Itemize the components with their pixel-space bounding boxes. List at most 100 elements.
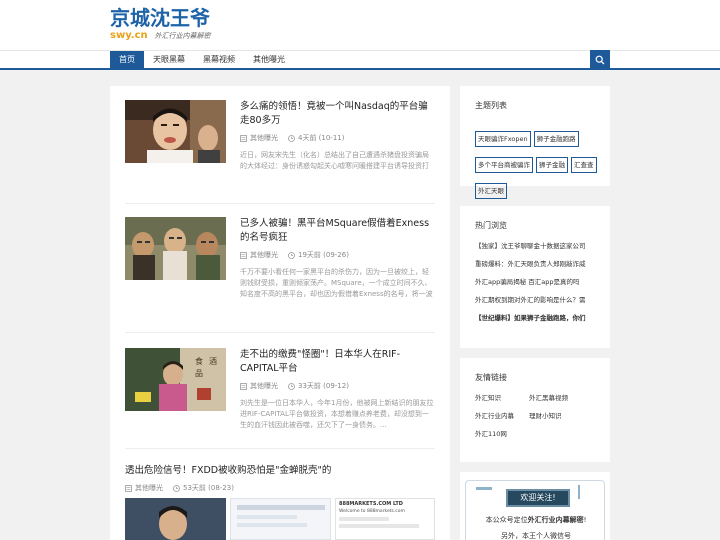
- article-list: 多么痛的领悟！竟被一个叫Nasdaq的平台骗走80多万 其他曝光 4天前 (10…: [110, 86, 450, 540]
- divider: [125, 448, 435, 449]
- time-label: 4天前 (10-11): [298, 134, 345, 142]
- sidebar-topics: 主题列表 天眼骗诈Fxopen 狮子金融跑路多个平台商被骗诈 狮子金融 汇查查外汇天眼: [460, 86, 610, 199]
- hot-title: 热门浏览: [475, 221, 507, 230]
- topic-tag[interactable]: 外汇天眼: [475, 183, 507, 199]
- follow-card: 欢迎关注! 本公众号定位外汇行业内幕解密! 另外，本王个人微信号: [465, 480, 605, 540]
- article-image-1[interactable]: [125, 498, 226, 540]
- article-thumbnail[interactable]: [125, 217, 226, 280]
- svg-text:食: 食: [195, 356, 203, 366]
- category-label: 其他曝光: [250, 134, 278, 142]
- topic-tag[interactable]: 狮子金融: [536, 157, 568, 173]
- clock-icon: [288, 134, 295, 142]
- topic-tag[interactable]: 天眼骗诈Fxopen: [475, 131, 531, 147]
- nav-items: 首页 天眼黑幕 黑幕视频 其他曝光: [110, 51, 294, 69]
- logo-subline: swy.cn 外汇行业内幕解密: [110, 30, 211, 42]
- hot-item[interactable]: 【独家】沈王爷聊聊金十数据这家公司: [475, 242, 600, 250]
- article-excerpt: 千万不要小看任何一家黑平台的杀伤力，因为一旦被绞上，轻则钱财受损，重则倾家荡产。…: [240, 268, 433, 298]
- article-item: 已多人被骗！黑平台MSquare假借着Exness的名号疯狂 其他曝光 19天前…: [125, 217, 435, 307]
- image-caption: 888MARKETS.COM LTD: [339, 501, 403, 507]
- article-excerpt: 近日，网友宋先生（化名）总结出了自己遭遇杀猪盘投资骗局的大体经过：身份诱惑勾起关…: [240, 151, 429, 170]
- welcome-board: 欢迎关注!: [506, 489, 570, 507]
- logo-slogan: 外汇行业内幕解密: [154, 32, 211, 40]
- article-thumbnail[interactable]: 食 品 酒: [125, 348, 226, 411]
- clock-icon: [288, 382, 295, 390]
- article-image-3[interactable]: 888MARKETS.COM LTD Welcome to 888markets…: [335, 498, 435, 540]
- image-bar: [237, 505, 325, 510]
- links-title: 友情链接: [475, 373, 507, 382]
- hot-item[interactable]: 外汇app骗局揭秘 百汇app是真的吗: [475, 278, 600, 286]
- article-time: 19天前 (09-26): [288, 250, 349, 260]
- article-body: 多么痛的领悟！竟被一个叫Nasdaq的平台骗走80多万 其他曝光 4天前 (10…: [240, 100, 435, 172]
- category-label: 其他曝光: [250, 251, 278, 259]
- article-body: 走不出的缴费"怪圈"！日本华人在RIF-CAPITAL平台 其他曝光 33天前 …: [240, 348, 435, 431]
- category-icon: [240, 382, 247, 390]
- article-title[interactable]: 已多人被骗！黑平台MSquare假借着Exness的名号疯狂: [240, 217, 435, 245]
- topics-title: 主题列表: [475, 101, 507, 110]
- nav-item-home[interactable]: 首页: [110, 51, 144, 69]
- category-icon: [240, 134, 247, 142]
- article-category[interactable]: 其他曝光: [240, 133, 278, 143]
- friend-link[interactable]: 外汇110网: [475, 430, 529, 438]
- nav-item-tianyan[interactable]: 天眼黑幕: [144, 51, 194, 69]
- card-line-1: 本公众号定位外汇行业内幕解密!: [466, 515, 604, 525]
- friend-link[interactable]: 理财小知识: [529, 412, 583, 420]
- topic-tag[interactable]: 多个平台商被骗诈: [475, 157, 533, 173]
- site-logo[interactable]: 京城沈王爷 swy.cn 外汇行业内幕解密: [110, 7, 211, 42]
- hot-list: 【独家】沈王爷聊聊金十数据这家公司 重磅爆料：外汇天眼负责人郑刚敲诈威 外汇ap…: [475, 242, 600, 332]
- card-line-1-suffix: !: [583, 516, 587, 524]
- article-time: 4天前 (10-11): [288, 133, 344, 143]
- article-item: 食 品 酒 走不出的缴费"怪圈"！日本华人在RIF-CAPITAL平台 其他曝光: [125, 348, 435, 438]
- hot-item[interactable]: 【世纪爆料】如果狮子金融跑路，你们: [475, 314, 600, 322]
- time-label: 19天前 (09-26): [298, 251, 349, 259]
- article-title[interactable]: 透出危险信号！FXDD被收购恐怕是"金蝉脱壳"的: [125, 464, 435, 478]
- sidebar-links: 友情链接 外汇知识 外汇黑幕视频 外汇行业内幕 理财小知识 外汇110网: [460, 358, 610, 462]
- card-line-1-emph: 外汇行业内幕解密: [527, 516, 584, 524]
- article-meta: 其他曝光 19天前 (09-26): [240, 250, 435, 260]
- nav-item-other[interactable]: 其他曝光: [244, 51, 294, 69]
- card-line-1-prefix: 本公众号定位: [485, 516, 528, 524]
- image-bar: [237, 523, 307, 527]
- article-meta: 其他曝光 4天前 (10-11): [240, 133, 435, 143]
- card-decoration: [578, 485, 580, 499]
- article-category[interactable]: 其他曝光: [240, 250, 278, 260]
- category-label: 其他曝光: [135, 484, 163, 492]
- article-item: 透出危险信号！FXDD被收购恐怕是"金蝉脱壳"的 其他曝光 53天前 (08-2…: [125, 464, 435, 540]
- search-button[interactable]: [590, 50, 610, 70]
- topic-tag[interactable]: 汇查查: [571, 157, 597, 173]
- article-category[interactable]: 其他曝光: [240, 381, 278, 391]
- sidebar-hot: 热门浏览 【独家】沈王爷聊聊金十数据这家公司 重磅爆料：外汇天眼负责人郑刚敲诈威…: [460, 206, 610, 348]
- image-bar: [237, 515, 297, 519]
- clock-icon: [173, 484, 180, 492]
- article-excerpt: 刘先生是一位日本华人，今年1月份，他被网上新结识的朋友拉进RIF-CAPITAL…: [240, 399, 434, 429]
- site-header: 京城沈王爷 swy.cn 外汇行业内幕解密: [0, 0, 720, 50]
- article-meta: 其他曝光 53天前 (08-23): [125, 483, 244, 493]
- topic-tags: 天眼骗诈Fxopen 狮子金融跑路多个平台商被骗诈 狮子金融 汇查查外汇天眼: [475, 126, 600, 204]
- search-icon: [595, 55, 605, 65]
- friend-link[interactable]: 外汇行业内幕: [475, 412, 529, 420]
- article-time: 53天前 (08-23): [173, 483, 234, 493]
- hot-item[interactable]: 外汇期权到期对外汇的影响是什么？需: [475, 296, 600, 304]
- article-title[interactable]: 走不出的缴费"怪圈"！日本华人在RIF-CAPITAL平台: [240, 348, 435, 376]
- logo-domain: swy.cn: [110, 30, 148, 41]
- logo-title: 京城沈王爷: [110, 6, 210, 30]
- topic-tag[interactable]: 狮子金融跑路: [533, 131, 579, 147]
- svg-text:品: 品: [195, 369, 203, 378]
- article-category[interactable]: 其他曝光: [125, 483, 163, 493]
- svg-text:酒: 酒: [209, 357, 217, 366]
- hot-item[interactable]: 重磅爆料：外汇天眼负责人郑刚敲诈威: [475, 260, 600, 268]
- card-line-2: 另外，本王个人微信号: [501, 532, 571, 540]
- article-body: 已多人被骗！黑平台MSquare假借着Exness的名号疯狂 其他曝光 19天前…: [240, 217, 435, 300]
- time-label: 53天前 (08-23): [183, 484, 234, 492]
- image-bar: [339, 524, 419, 528]
- nav-item-videos[interactable]: 黑幕视频: [194, 51, 244, 69]
- article-title[interactable]: 多么痛的领悟！竟被一个叫Nasdaq的平台骗走80多万: [240, 100, 435, 128]
- category-icon: [240, 251, 247, 259]
- friend-link[interactable]: 外汇黑幕视频: [529, 394, 583, 402]
- friend-link[interactable]: 外汇知识: [475, 394, 529, 402]
- clock-icon: [288, 251, 295, 259]
- article-thumbnail[interactable]: [125, 100, 226, 163]
- divider: [125, 332, 435, 333]
- image-caption: Welcome to 888markets.com: [339, 509, 405, 514]
- article-image-2[interactable]: [230, 498, 331, 540]
- card-decoration: [476, 487, 492, 490]
